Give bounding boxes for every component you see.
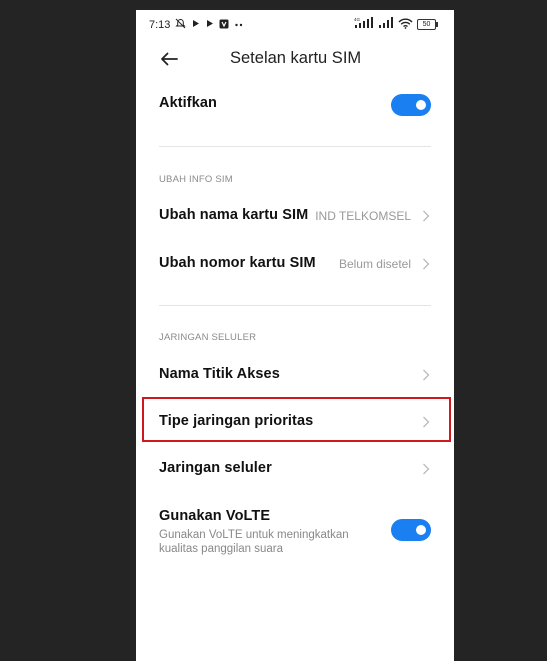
more-dots-icon <box>234 19 244 31</box>
phone-screen: 7:13 4G 50 Setelan kartu SIM Aktifkan UB… <box>136 10 454 661</box>
volte-description: Gunakan VoLTE untuk meningkatkan kualita… <box>159 529 349 555</box>
activate-label: Aktifkan <box>159 95 218 111</box>
status-time: 7:13 <box>149 19 171 31</box>
signal-icon: 4G <box>354 17 374 32</box>
arrow-left-icon <box>161 52 178 66</box>
app-icon <box>219 19 229 32</box>
activate-toggle[interactable] <box>391 94 431 116</box>
back-button[interactable] <box>158 48 180 70</box>
mobile-network-row[interactable]: Jaringan seluler <box>136 448 454 492</box>
battery-icon: 50 <box>417 19 438 30</box>
battery-level: 50 <box>422 21 431 28</box>
section-header-sim-info: UBAH INFO SIM <box>159 174 233 185</box>
mute-icon <box>175 18 187 32</box>
signal-icon <box>378 17 394 32</box>
page-title: Setelan kartu SIM <box>230 49 362 67</box>
preferred-network-type-row[interactable]: Tipe jaringan prioritas <box>136 401 454 445</box>
activate-row[interactable]: Aktifkan <box>136 83 454 127</box>
access-point-names-row[interactable]: Nama Titik Akses <box>136 354 454 398</box>
play-icon <box>205 19 214 31</box>
toggle-knob <box>416 525 426 535</box>
play-icon <box>191 19 200 31</box>
volte-toggle[interactable] <box>391 519 431 541</box>
chevron-right-icon <box>423 463 430 475</box>
chevron-right-icon <box>423 258 430 270</box>
chevron-right-icon <box>423 369 430 381</box>
status-bar: 7:13 4G 50 <box>136 10 454 38</box>
edit-sim-name-row[interactable]: Ubah nama kartu SIM IND TELKOMSEL <box>136 195 454 239</box>
sim-name-value: IND TELKOMSEL <box>315 209 411 223</box>
divider <box>159 146 431 147</box>
mobile-network-label: Jaringan seluler <box>159 460 272 476</box>
wifi-icon <box>398 18 413 32</box>
preferred-network-type-label: Tipe jaringan prioritas <box>159 413 314 429</box>
edit-sim-name-label: Ubah nama kartu SIM <box>159 207 309 223</box>
header: Setelan kartu SIM <box>136 40 454 80</box>
divider <box>159 305 431 306</box>
edit-sim-number-row[interactable]: Ubah nomor kartu SIM Belum disetel <box>136 243 454 287</box>
sim-number-value: Belum disetel <box>338 257 411 271</box>
chevron-right-icon <box>423 416 430 428</box>
section-header-cellular: JARINGAN SELULER <box>159 332 257 343</box>
access-point-names-label: Nama Titik Akses <box>159 366 280 382</box>
status-bar-right: 4G 50 <box>354 17 438 32</box>
volte-label: Gunakan VoLTE <box>159 508 271 524</box>
chevron-right-icon <box>423 210 430 222</box>
network-type-label: 4G <box>354 17 361 22</box>
status-bar-left: 7:13 <box>149 18 244 32</box>
edit-sim-number-label: Ubah nomor kartu SIM <box>159 255 316 271</box>
toggle-knob <box>416 100 426 110</box>
volte-row[interactable]: Gunakan VoLTE Gunakan VoLTE untuk mening… <box>136 496 454 560</box>
